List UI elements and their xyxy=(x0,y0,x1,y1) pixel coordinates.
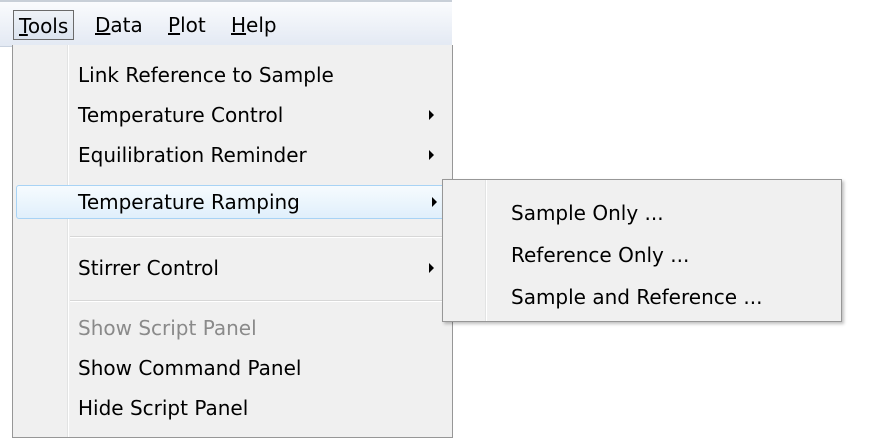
menu-item-show-script-panel: Show Script Panel xyxy=(13,311,452,345)
menu-item-label: Show Script Panel xyxy=(78,316,257,340)
menu-data[interactable]: Data xyxy=(90,10,148,40)
menu-item-label: Show Command Panel xyxy=(78,356,302,380)
menu-item-sample-only[interactable]: Sample Only ... xyxy=(443,196,841,230)
menu-item-hide-script-panel[interactable]: Hide Script Panel xyxy=(13,391,452,425)
temperature-ramping-submenu: Sample Only ... Reference Only ... Sampl… xyxy=(442,179,842,322)
submenu-arrow-icon xyxy=(432,197,437,207)
menu-tools[interactable]: Tools xyxy=(13,10,75,40)
menu-item-temperature-ramping[interactable]: Temperature Ramping xyxy=(16,185,452,219)
tools-dropdown-menu: Link Reference to Sample Temperature Con… xyxy=(12,45,453,438)
menu-item-label: Link Reference to Sample xyxy=(78,63,334,87)
window-top-edge xyxy=(0,0,452,2)
menu-plot[interactable]: Plot xyxy=(163,10,211,40)
menu-plot-mnemonic: P xyxy=(168,13,181,37)
menu-help-mnemonic: H xyxy=(231,13,247,37)
menu-item-label: Temperature Control xyxy=(78,103,284,127)
menu-help-label: elp xyxy=(246,13,277,37)
menu-item-label: Equilibration Reminder xyxy=(78,143,307,167)
menu-item-stirrer-control[interactable]: Stirrer Control xyxy=(13,251,452,285)
menu-item-sample-and-reference[interactable]: Sample and Reference ... xyxy=(443,280,841,314)
submenu-arrow-icon xyxy=(429,150,434,160)
menu-help[interactable]: Help xyxy=(226,10,282,40)
menu-item-reference-only[interactable]: Reference Only ... xyxy=(443,238,841,272)
menu-item-label: Temperature Ramping xyxy=(78,190,300,214)
menu-item-label: Stirrer Control xyxy=(78,256,219,280)
menu-bar: Tools Data Plot Help xyxy=(0,0,452,47)
menu-item-label: Sample Only ... xyxy=(511,201,664,225)
menu-item-equilibration-reminder[interactable]: Equilibration Reminder xyxy=(13,138,452,172)
menu-item-link-reference-to-sample[interactable]: Link Reference to Sample xyxy=(13,58,452,92)
menu-plot-label: lot xyxy=(180,13,206,37)
menu-data-mnemonic: D xyxy=(95,13,111,37)
menu-item-label: Hide Script Panel xyxy=(78,396,249,420)
menu-data-label: ata xyxy=(110,13,143,37)
menu-tools-mnemonic: T xyxy=(19,14,28,38)
menu-item-show-command-panel[interactable]: Show Command Panel xyxy=(13,351,452,385)
menu-item-label: Sample and Reference ... xyxy=(511,285,763,309)
menu-separator-highlight xyxy=(70,301,449,302)
submenu-arrow-icon xyxy=(429,110,434,120)
menu-item-temperature-control[interactable]: Temperature Control xyxy=(13,98,452,132)
menu-item-label: Reference Only ... xyxy=(511,243,690,267)
menu-separator-highlight xyxy=(70,237,449,238)
submenu-arrow-icon xyxy=(429,263,434,273)
menu-tools-label: ools xyxy=(27,14,69,38)
